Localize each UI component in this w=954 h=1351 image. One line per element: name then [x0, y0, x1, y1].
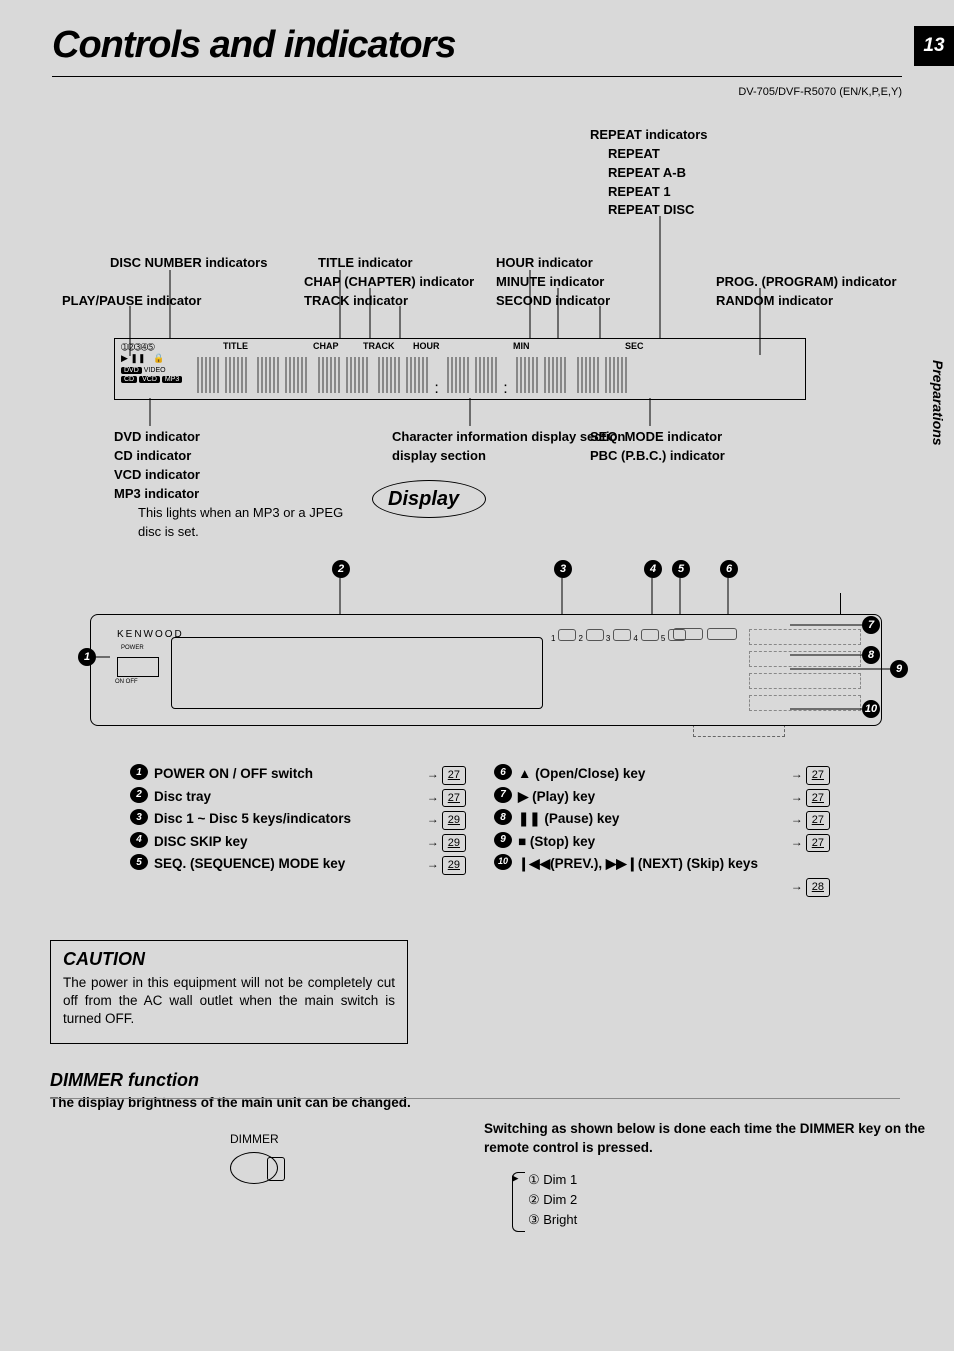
- right-button-row: [749, 695, 861, 711]
- main-unit-diagram: KENWOOD POWER ON OFF 12345: [90, 614, 882, 726]
- disc-keys-row: 12345: [551, 629, 688, 643]
- random-indicator-label: RANDOM indicator: [716, 292, 833, 311]
- power-label: POWER: [121, 645, 144, 651]
- right-button-row: [749, 673, 861, 689]
- list-item: 9■ (Stop) key→27: [494, 832, 830, 853]
- right-button-row: [749, 629, 861, 645]
- mp3-note: This lights when an MP3 or a JPEG disc i…: [138, 504, 358, 542]
- model-code: DV-705/DVF-R5070 (EN/K,P,E,Y): [738, 86, 902, 98]
- chap-indicator-label: CHAP (CHAPTER) indicator: [304, 273, 474, 292]
- caution-text: The power in this equipment will not be …: [63, 974, 395, 1029]
- list-item: 10❙◀◀(PREV.), ▶▶❙(NEXT) (Skip) keys: [494, 854, 830, 874]
- manual-page: 13 Preparations Controls and indicators …: [0, 0, 954, 1351]
- caution-box: CAUTION The power in this equipment will…: [50, 940, 408, 1044]
- callout-10: 10: [862, 700, 880, 718]
- list-item: 8❚❚ (Pause) key→27: [494, 809, 830, 830]
- section-tab: Preparations: [930, 360, 946, 446]
- dimmer-cycle: ▸ ① Dim 1 ② Dim 2 ③ Bright: [528, 1170, 577, 1230]
- controls-right-col: 6▲ (Open/Close) key→27 7▶ (Play) key→27 …: [494, 762, 830, 899]
- dvd-indicator-label: DVD indicator: [114, 428, 200, 447]
- callout-9: 9: [890, 660, 908, 678]
- list-item: 6▲ (Open/Close) key→27: [494, 764, 830, 785]
- display-heading: Display: [388, 488, 459, 511]
- right-button-row: [749, 651, 861, 667]
- callout-8: 8: [862, 646, 880, 664]
- controls-left-col: 1POWER ON / OFF switch→27 2Disc tray→27 …: [130, 762, 466, 899]
- callout-3: 3: [554, 560, 572, 578]
- dimmer-step: ③ Bright: [528, 1210, 577, 1230]
- dimmer-remote-icon: DIMMER: [230, 1132, 279, 1184]
- display-panel: ➀➁➂➃➄ ▶ ❚❚ 🔒 DVDVIDEO CDVCDMP3 TITLE CHA…: [114, 338, 806, 400]
- dimmer-heading: DIMMER function: [50, 1070, 900, 1091]
- repeat-item: REPEAT A-B: [608, 164, 708, 183]
- list-item: 2Disc tray→27: [130, 787, 466, 808]
- page-title: Controls and indicators: [52, 24, 455, 67]
- list-item: 7▶ (Play) key→27: [494, 787, 830, 808]
- dimmer-section: DIMMER function The display brightness o…: [50, 1070, 900, 1110]
- list-item: 1POWER ON / OFF switch→27: [130, 764, 466, 785]
- list-item: 5SEQ. (SEQUENCE) MODE key→29: [130, 854, 466, 875]
- track-indicator-label: TRACK indicator: [304, 292, 408, 311]
- disc-number-label: DISC NUMBER indicators: [110, 254, 267, 273]
- callout-6: 6: [720, 560, 738, 578]
- prog-indicator-label: PROG. (PROGRAM) indicator: [716, 273, 897, 292]
- play-pause-label: PLAY/PAUSE indicator: [62, 292, 201, 311]
- pbc-label: PBC (P.B.C.) indicator: [590, 447, 725, 466]
- callout-1: 1: [78, 648, 96, 666]
- mp3-indicator-label: MP3 indicator: [114, 485, 199, 504]
- dimmer-remote-label: DIMMER: [230, 1132, 279, 1146]
- repeat-item: REPEAT 1: [608, 183, 708, 202]
- second-indicator-label: SECOND indicator: [496, 292, 610, 311]
- controls-list: 1POWER ON / OFF switch→27 2Disc tray→27 …: [130, 762, 830, 899]
- page-number-tab: 13: [914, 26, 954, 66]
- dimmer-step: ② Dim 2: [528, 1190, 577, 1210]
- dimmer-step: ① Dim 1: [528, 1170, 577, 1190]
- callout-2: 2: [332, 560, 350, 578]
- repeat-item: REPEAT: [608, 145, 708, 164]
- callout-4: 4: [644, 560, 662, 578]
- list-item: 3Disc 1 ~ Disc 5 keys/indicators→29: [130, 809, 466, 830]
- dimmer-switch-text: Switching as shown below is done each ti…: [484, 1120, 944, 1158]
- callout-7: 7: [862, 616, 880, 634]
- hour-indicator-label: HOUR indicator: [496, 254, 593, 273]
- char-info-label-2: display section: [392, 447, 486, 466]
- power-switch-icon: [117, 657, 159, 677]
- cd-indicator-label: CD indicator: [114, 447, 191, 466]
- minute-indicator-label: MINUTE indicator: [496, 273, 604, 292]
- caution-heading: CAUTION: [63, 949, 395, 970]
- repeat-item: REPEAT DISC: [608, 201, 708, 220]
- on-off-label: ON OFF: [115, 679, 138, 685]
- remote-button-icon: [230, 1152, 278, 1184]
- disc-icons: ➀➁➂➃➄ ▶ ❚❚ 🔒 DVDVIDEO CDVCDMP3: [121, 343, 184, 383]
- callout-5: 5: [672, 560, 690, 578]
- seq-mode-label: SEQ. MODE indicator: [590, 428, 722, 447]
- disc-tray-icon: [171, 637, 543, 709]
- repeat-indicators-label: REPEAT indicators REPEAT REPEAT A-B REPE…: [590, 126, 708, 220]
- repeat-heading: REPEAT indicators: [590, 126, 708, 145]
- title-rule: [52, 76, 902, 77]
- title-indicator-label: TITLE indicator: [318, 254, 413, 273]
- vcd-indicator-label: VCD indicator: [114, 466, 200, 485]
- list-item: 4DISC SKIP key→29: [130, 832, 466, 853]
